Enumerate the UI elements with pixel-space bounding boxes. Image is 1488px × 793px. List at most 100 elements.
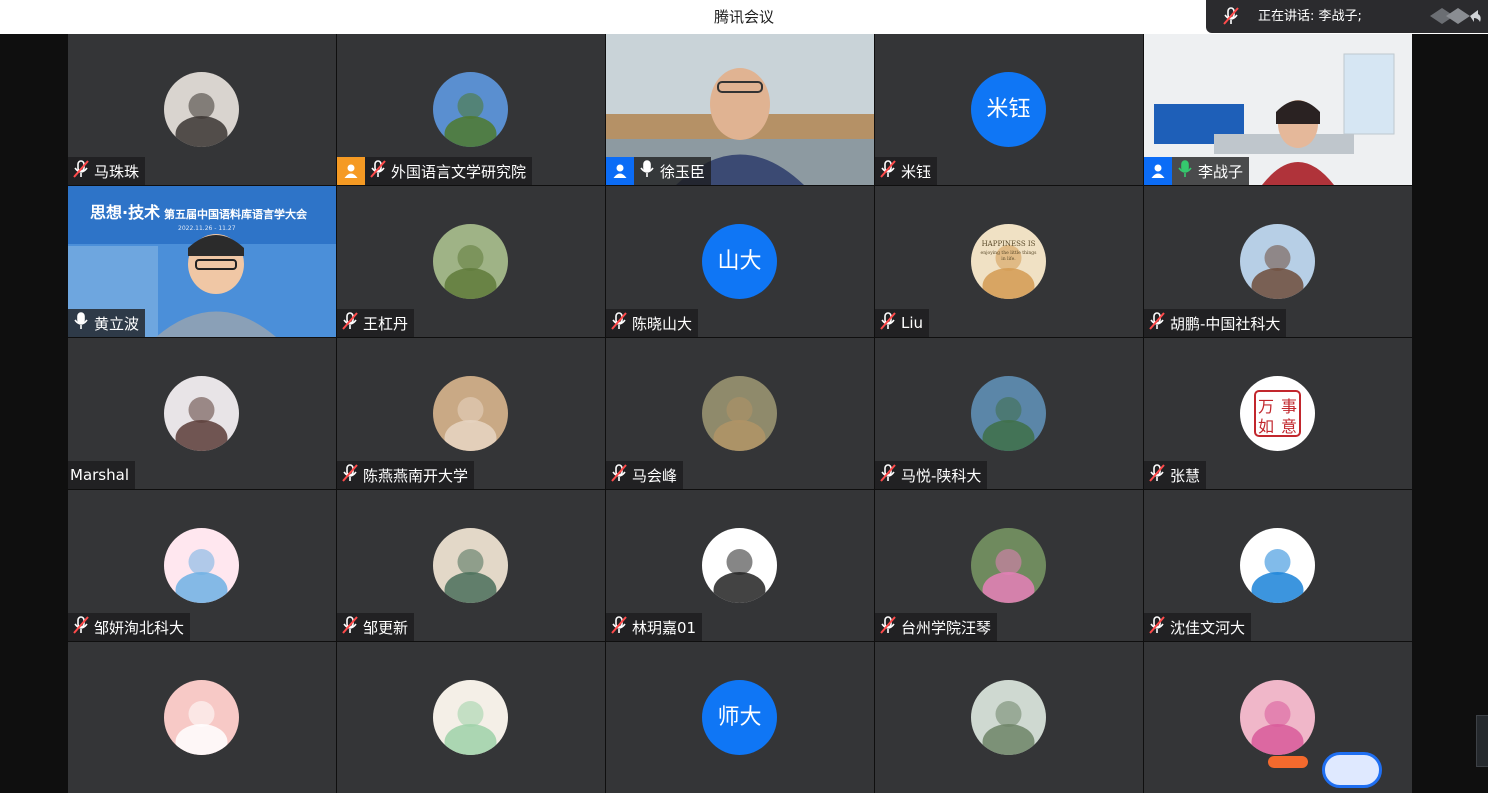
- participant-tile[interactable]: 徐玉臣: [606, 34, 874, 185]
- participant-name: 黄立波: [94, 314, 140, 333]
- participant-tile[interactable]: 马悦-陕科大: [875, 338, 1143, 489]
- mic-icon: [634, 158, 658, 184]
- participant-name: 张慧: [1170, 466, 1201, 485]
- participant-namebar: 邹更新: [337, 613, 415, 641]
- avatar: [1240, 224, 1315, 299]
- banner-line2: 第五届中国语料库语言学大会: [164, 207, 308, 221]
- mic-muted-icon: [606, 462, 630, 488]
- collapse-arrow-icon[interactable]: [1428, 6, 1482, 26]
- participant-name: 王杠丹: [363, 314, 409, 333]
- participant-namebar: 马珠珠: [68, 157, 146, 185]
- avatar: [1240, 528, 1315, 603]
- mic-icon: [68, 310, 92, 336]
- avatar: [702, 376, 777, 451]
- mic-muted-icon: [1144, 462, 1168, 488]
- participant-name: Liu: [901, 314, 924, 332]
- participant-namebar: 徐玉臣: [606, 157, 712, 185]
- mic-muted-icon: [1144, 614, 1168, 640]
- avatar-initials: 米钰: [971, 72, 1046, 147]
- participant-tile[interactable]: [875, 642, 1143, 793]
- participant-tile[interactable]: [337, 642, 605, 793]
- participant-namebar: Liu: [875, 309, 930, 337]
- participant-namebar: 陈燕燕南开大学: [337, 461, 475, 489]
- scroll-indicator[interactable]: [1476, 715, 1488, 767]
- seal-char: 事: [1281, 397, 1297, 416]
- participant-name: 徐玉臣: [660, 162, 706, 181]
- avatar-text-line2: enjoying the little things: [981, 250, 1038, 256]
- participant-namebar: 台州学院汪琴: [875, 613, 998, 641]
- mic-icon: [1172, 158, 1196, 184]
- participant-tile[interactable]: 胡鹏-中国社科大: [1144, 186, 1412, 337]
- avatar: [702, 528, 777, 603]
- avatar: [164, 376, 239, 451]
- participant-tile[interactable]: 陈燕燕南开大学: [337, 338, 605, 489]
- participant-tile[interactable]: 邹妍洵北科大: [68, 490, 336, 641]
- participant-tile[interactable]: 王杠丹: [337, 186, 605, 337]
- avatar: [433, 376, 508, 451]
- participant-tile[interactable]: 沈佳文河大: [1144, 490, 1412, 641]
- participant-namebar: 外国语言文学研究院: [337, 157, 533, 185]
- participant-tile[interactable]: 邹更新: [337, 490, 605, 641]
- avatar: [1240, 680, 1315, 755]
- participant-tile[interactable]: 思想·技术 第五届中国语料库语言学大会 2022.11.26 - 11.27 黄…: [68, 186, 336, 337]
- participant-name: 沈佳文河大: [1170, 618, 1246, 637]
- participant-tile[interactable]: 万 事 如 意 张慧: [1144, 338, 1412, 489]
- avatar: [164, 528, 239, 603]
- participant-name: 胡鹏-中国社科大: [1170, 314, 1281, 333]
- mic-muted-icon: [606, 310, 630, 336]
- floating-toolbar-accent: [1268, 756, 1308, 768]
- participant-namebar: 马悦-陕科大: [875, 461, 988, 489]
- participant-grid: 马珠珠 外国语言文学研究院 徐玉臣 米钰 米钰 李战子 思想·技术 第五届中国语…: [68, 34, 1412, 793]
- participant-namebar: 黄立波: [68, 309, 146, 337]
- participant-name: 马珠珠: [94, 162, 140, 181]
- participant-name: 李战子: [1198, 162, 1244, 181]
- participant-tile[interactable]: 李战子: [1144, 34, 1412, 185]
- speaking-label: 正在讲话: 李战子;: [1258, 9, 1362, 24]
- participant-namebar: 张慧: [1144, 461, 1207, 489]
- avatar: [971, 528, 1046, 603]
- avatar-text-line1: HAPPINESS IS: [982, 240, 1036, 248]
- participant-name: 邹妍洵北科大: [94, 618, 185, 637]
- mic-muted-icon: [68, 614, 92, 640]
- participant-tile[interactable]: 山大 陈晓山大: [606, 186, 874, 337]
- avatar-text-line3: in life.: [1001, 256, 1016, 262]
- participant-namebar: 沈佳文河大: [1144, 613, 1252, 641]
- participant-namebar: 王杠丹: [337, 309, 415, 337]
- user-badge-icon: [606, 157, 634, 185]
- participant-name: 马悦-陕科大: [901, 466, 982, 485]
- participant-tile[interactable]: [68, 642, 336, 793]
- avatar: [164, 72, 239, 147]
- mic-muted-icon: [1223, 7, 1239, 25]
- participant-tile[interactable]: HAPPINESS IS enjoying the little things …: [875, 186, 1143, 337]
- mic-muted-icon: [875, 614, 899, 640]
- participant-name: 米钰: [901, 162, 932, 181]
- participant-name: 马会峰: [632, 466, 678, 485]
- avatar-initials: 师大: [702, 680, 777, 755]
- speaking-indicator[interactable]: 正在讲话: 李战子;: [1206, 0, 1488, 33]
- participant-tile[interactable]: 师大: [606, 642, 874, 793]
- seal-char: 万: [1258, 397, 1274, 416]
- participant-tile[interactable]: 台州学院汪琴: [875, 490, 1143, 641]
- participant-tile[interactable]: 马会峰: [606, 338, 874, 489]
- avatar: 万 事 如 意: [1240, 376, 1315, 451]
- mic-muted-icon: [337, 614, 361, 640]
- participant-namebar: 胡鹏-中国社科大: [1144, 309, 1287, 337]
- participant-tile[interactable]: 林玥嘉01: [606, 490, 874, 641]
- banner-dates: 2022.11.26 - 11.27: [178, 225, 236, 232]
- mic-muted-icon: [875, 310, 899, 336]
- mic-muted-icon: [606, 614, 630, 640]
- avatar: [433, 72, 508, 147]
- participant-namebar: 李战子: [1144, 157, 1250, 185]
- participant-tile[interactable]: Marshal: [68, 338, 336, 489]
- participant-namebar: 马会峰: [606, 461, 684, 489]
- mic-muted-icon: [337, 462, 361, 488]
- floating-assistant-button[interactable]: [1322, 752, 1382, 788]
- participant-tile[interactable]: 马珠珠: [68, 34, 336, 185]
- avatar: HAPPINESS IS enjoying the little things …: [971, 224, 1046, 299]
- participant-tile[interactable]: 外国语言文学研究院: [337, 34, 605, 185]
- mic-muted-icon: [875, 462, 899, 488]
- mic-muted-icon: [875, 158, 899, 184]
- participant-namebar: 陈晓山大: [606, 309, 699, 337]
- participant-name: 台州学院汪琴: [901, 618, 992, 637]
- participant-tile[interactable]: 米钰 米钰: [875, 34, 1143, 185]
